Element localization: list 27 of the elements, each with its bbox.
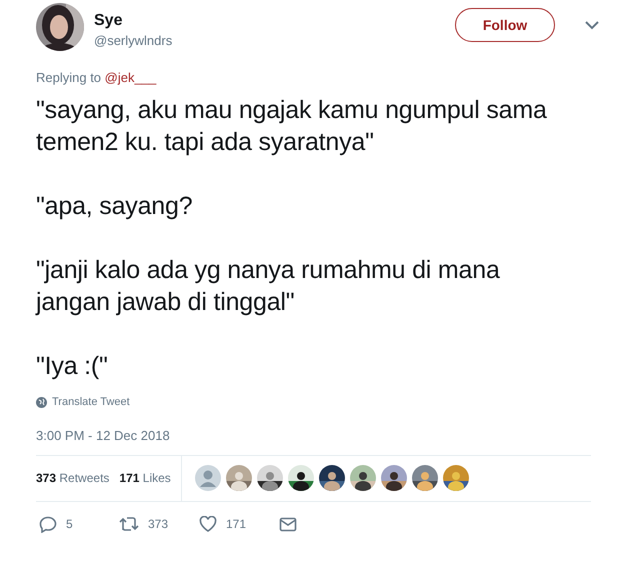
follow-button[interactable]: Follow xyxy=(455,8,555,42)
heart-icon xyxy=(199,516,217,532)
tweet-text: "sayang, aku mau ngajak kamu ngumpul sama temen2 ku. tapi ada syaratnya" xyxy=(36,95,548,158)
display-name[interactable]: Sye xyxy=(94,12,445,30)
timestamp[interactable]: 3:00 PM - 12 Dec 2018 xyxy=(36,428,599,442)
action-count: 373 xyxy=(148,517,168,531)
envelope-icon xyxy=(279,516,297,532)
reply-icon xyxy=(39,516,57,532)
retweet-icon xyxy=(119,516,139,532)
like-action[interactable]: 171 xyxy=(199,516,279,532)
translate-link[interactable]: Translate Tweet xyxy=(36,396,130,408)
stat-link[interactable]: 171 Likes xyxy=(119,471,171,485)
translate-label[interactable]: Translate Tweet xyxy=(52,396,130,408)
default-avatar-icon xyxy=(194,465,221,491)
reply-action[interactable]: 5 xyxy=(39,516,119,532)
retweet-action[interactable]: 373 xyxy=(119,516,199,532)
mention-link[interactable]: @jek___ xyxy=(104,70,156,85)
tweet-text: "Iya :(" xyxy=(36,351,109,382)
chevron-down-icon[interactable] xyxy=(585,21,599,30)
user-handle[interactable]: @serlywlndrs xyxy=(94,33,445,48)
replying-to-label: Replying to xyxy=(36,70,102,85)
tweet-text: "janji kalo ada yg nanya rumahmu di mana jangan jawab di tinggal" xyxy=(36,255,501,318)
stat-link[interactable]: 373 Retweets xyxy=(36,471,110,485)
tweet-text: "apa, sayang? xyxy=(36,191,194,222)
globe-icon xyxy=(36,396,47,408)
action-count: 171 xyxy=(226,517,246,531)
action-count: 5 xyxy=(66,517,73,531)
